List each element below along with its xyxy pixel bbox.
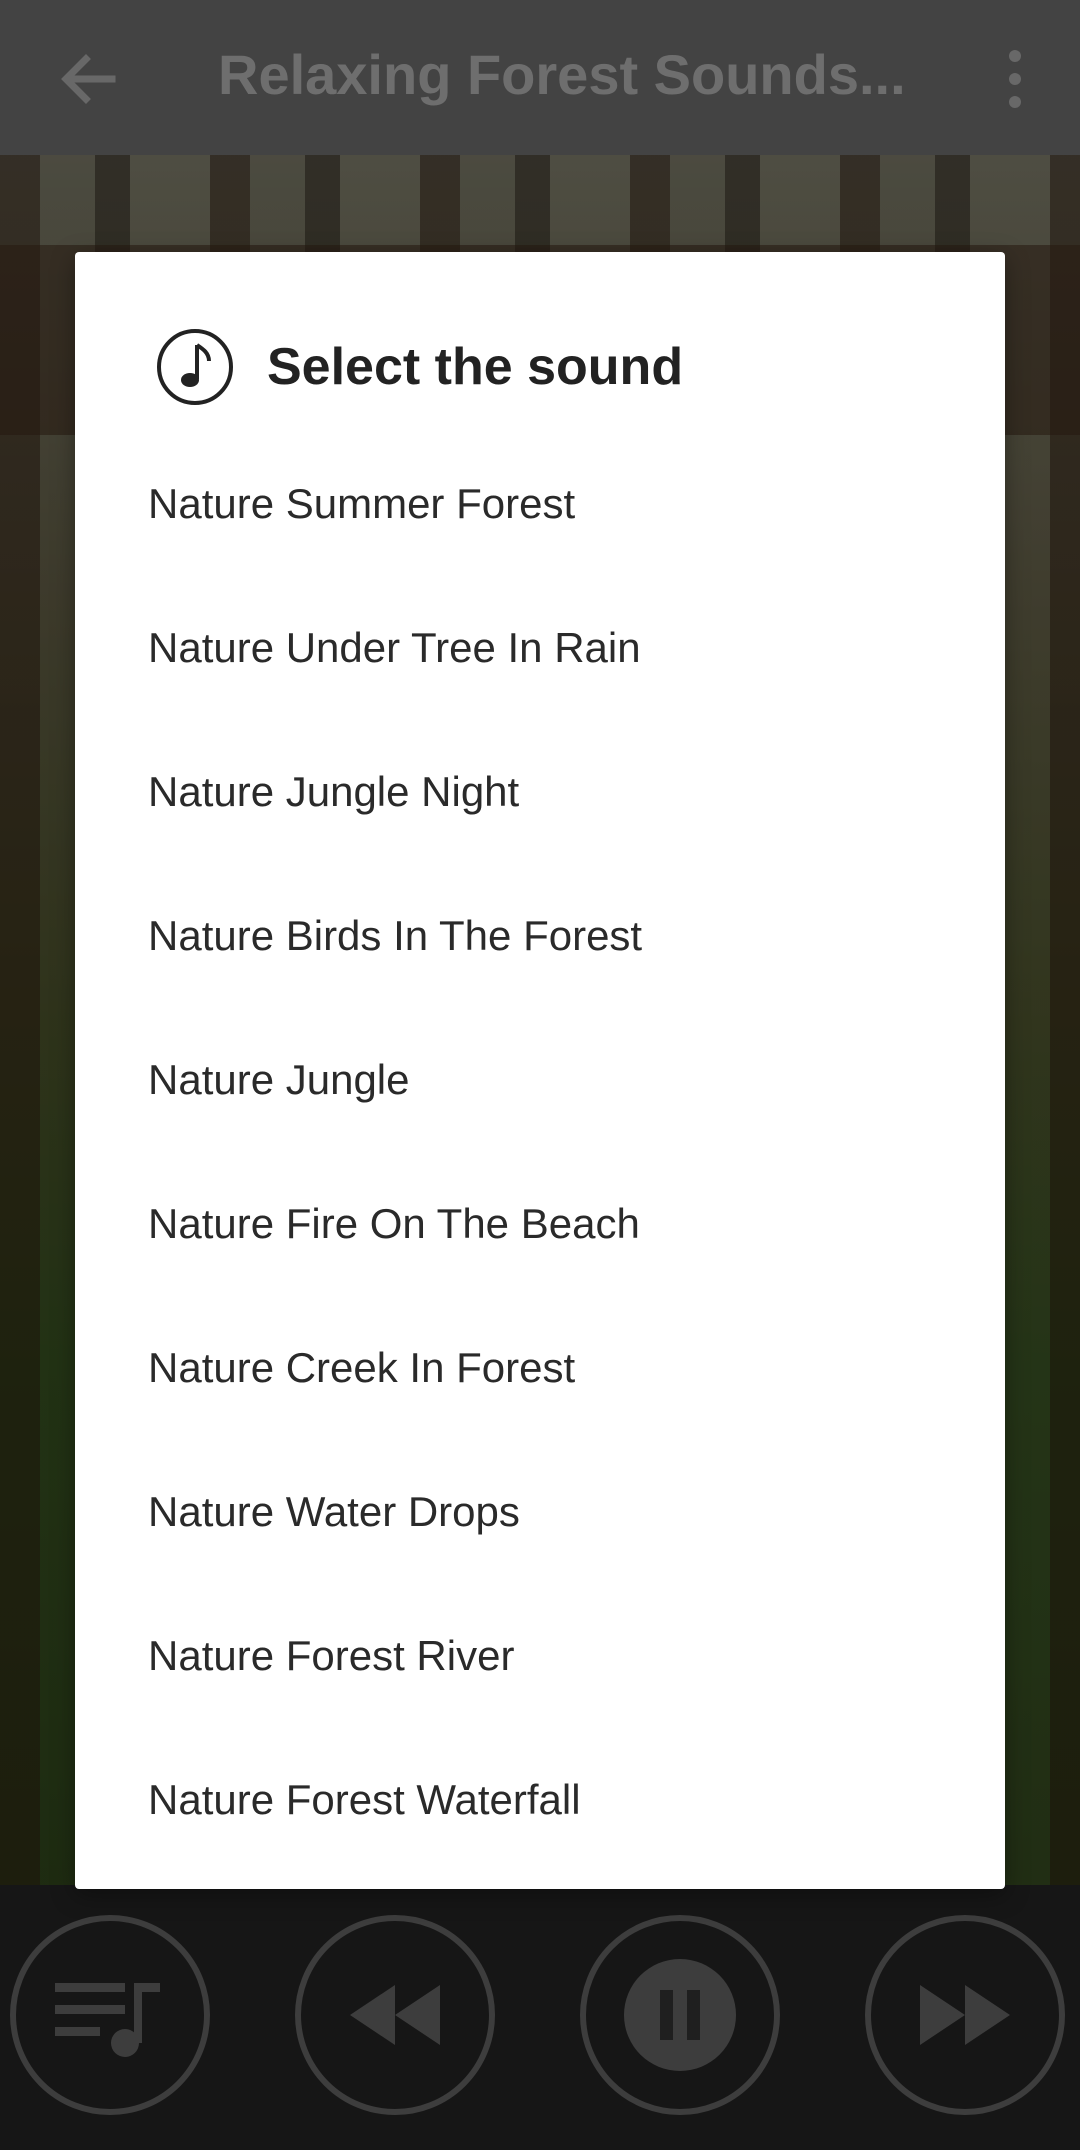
sound-item-forest-river[interactable]: Nature Forest River <box>75 1584 1005 1728</box>
sound-item-forest-waterfall[interactable]: Nature Forest Waterfall <box>75 1728 1005 1872</box>
sound-item-summer-forest[interactable]: Nature Summer Forest <box>75 432 1005 576</box>
sound-item-jungle[interactable]: Nature Jungle <box>75 1008 1005 1152</box>
sound-list: Nature Summer Forest Nature Under Tree I… <box>75 432 1005 1872</box>
dialog-header: Select the sound <box>155 312 683 422</box>
sound-item-birds-in-forest[interactable]: Nature Birds In The Forest <box>75 864 1005 1008</box>
sound-item-creek-in-forest[interactable]: Nature Creek In Forest <box>75 1296 1005 1440</box>
sound-item-water-drops[interactable]: Nature Water Drops <box>75 1440 1005 1584</box>
sound-item-under-tree-in-rain[interactable]: Nature Under Tree In Rain <box>75 576 1005 720</box>
dialog-title: Select the sound <box>267 338 684 396</box>
music-note-icon <box>157 329 233 405</box>
sound-item-fire-on-beach[interactable]: Nature Fire On The Beach <box>75 1152 1005 1296</box>
select-sound-dialog: Select the sound Nature Summer Forest Na… <box>75 252 1005 1889</box>
sound-item-jungle-night[interactable]: Nature Jungle Night <box>75 720 1005 864</box>
